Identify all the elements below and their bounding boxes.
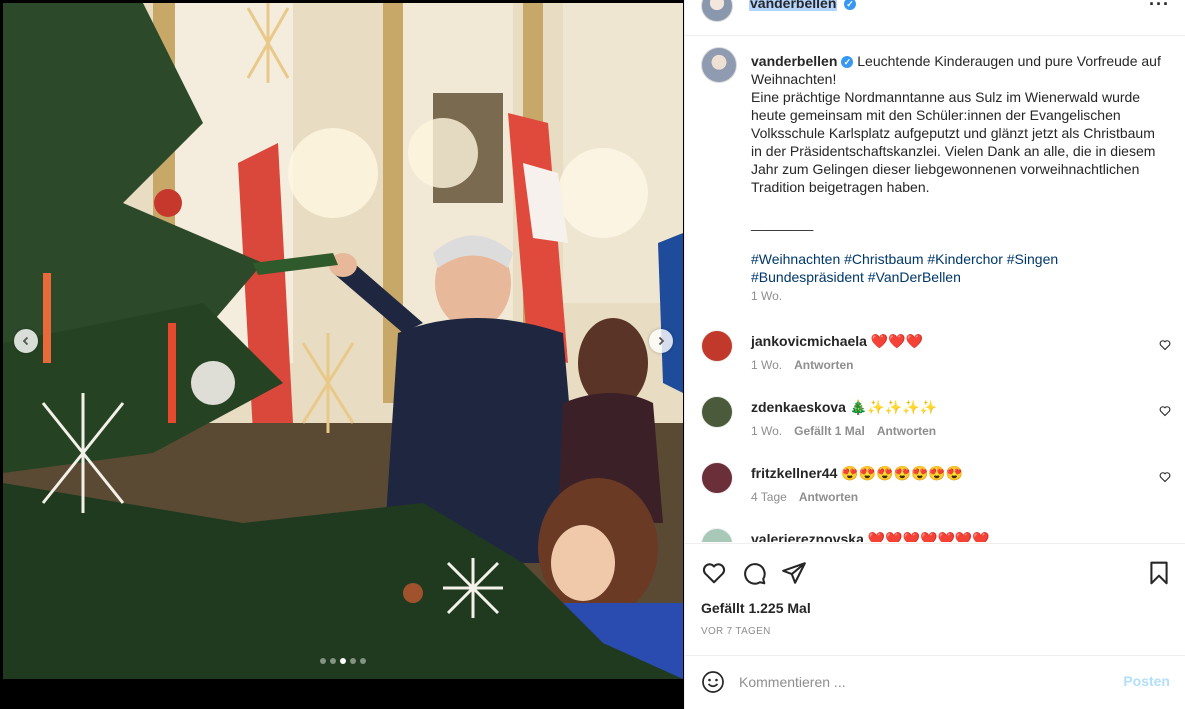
author-username[interactable]: vanderbellen bbox=[749, 0, 838, 11]
post-media[interactable] bbox=[0, 0, 684, 709]
comment-username[interactable]: valeriereznovska bbox=[751, 531, 864, 542]
comment-composer: Posten bbox=[685, 655, 1185, 709]
verified-badge-icon: ✓ bbox=[841, 56, 854, 69]
comment-meta: 1 Wo. Gefällt 1 Mal Antworten bbox=[751, 424, 936, 438]
paper-plane-icon[interactable] bbox=[781, 560, 807, 586]
reply-button[interactable]: Antworten bbox=[877, 424, 936, 438]
comment-likes[interactable]: Gefällt 1 Mal bbox=[794, 424, 865, 438]
comment-text: 😍😍😍😍😍😍😍 bbox=[841, 465, 964, 481]
post-photo[interactable] bbox=[3, 3, 683, 679]
comments-scroll-area[interactable]: vanderbellen ✓ Leuchtende Kinderaugen und… bbox=[685, 37, 1185, 542]
reply-button[interactable]: Antworten bbox=[794, 358, 853, 372]
comment-line: jankovicmichaela ❤️❤️❤️ bbox=[751, 333, 923, 350]
post-actions: Gefällt 1.225 Mal VOR 7 TAGEN bbox=[685, 543, 1185, 655]
comment-text: 🎄✨✨✨✨ bbox=[849, 399, 938, 415]
chevron-right-icon bbox=[658, 336, 665, 346]
post-timestamp[interactable]: VOR 7 TAGEN bbox=[701, 626, 771, 637]
comment-age[interactable]: 1 Wo. bbox=[751, 358, 782, 372]
chevron-left-icon bbox=[22, 336, 29, 346]
carousel-dot bbox=[320, 658, 326, 664]
heart-icon[interactable] bbox=[701, 560, 727, 586]
carousel-dot bbox=[340, 658, 346, 664]
carousel-indicator bbox=[320, 658, 366, 664]
comment-age[interactable]: 1 Wo. bbox=[751, 424, 782, 438]
comment-avatar[interactable] bbox=[701, 528, 733, 542]
post-comment-button[interactable]: Posten bbox=[1123, 673, 1170, 689]
comment-avatar[interactable] bbox=[701, 462, 733, 494]
caption-username[interactable]: vanderbellen bbox=[751, 53, 837, 69]
caption-body: Eine prächtige Nordmanntanne aus Sulz im… bbox=[751, 89, 1160, 195]
comment-meta: 1 Wo. Antworten bbox=[751, 358, 853, 372]
verified-badge-icon: ✓ bbox=[844, 0, 856, 10]
caption-hashtags[interactable]: #Weihnachten #Christbaum #Kinderchor #Si… bbox=[751, 251, 1062, 285]
photo-illustration bbox=[3, 3, 683, 679]
comment-line: zdenkaeskova 🎄✨✨✨✨ bbox=[751, 399, 937, 416]
comment-item: valeriereznovska ❤️❤️❤️❤️❤️❤️❤️ bbox=[701, 528, 1171, 542]
comment-item: zdenkaeskova 🎄✨✨✨✨ 1 Wo. Gefällt 1 Mal A… bbox=[701, 396, 1171, 450]
comment-icon[interactable] bbox=[741, 560, 767, 586]
comment-username[interactable]: fritzkellner44 bbox=[751, 465, 837, 481]
carousel-prev-button[interactable] bbox=[14, 329, 38, 353]
heart-icon[interactable] bbox=[1159, 471, 1171, 483]
comment-text: ❤️❤️❤️ bbox=[870, 333, 924, 349]
carousel-dot bbox=[350, 658, 356, 664]
more-horizontal-icon[interactable]: ··· bbox=[1149, 0, 1170, 13]
post-details-panel: vanderbellen ✓ ··· vanderbellen ✓ Leuchte… bbox=[684, 0, 1185, 709]
caption-author-avatar[interactable] bbox=[701, 47, 737, 83]
comment-avatar[interactable] bbox=[701, 396, 733, 428]
comment-age[interactable]: 4 Tage bbox=[751, 490, 787, 504]
smiley-icon[interactable] bbox=[701, 670, 725, 694]
comment-item: jankovicmichaela ❤️❤️❤️ 1 Wo. Antworten bbox=[701, 330, 1171, 384]
caption-text: vanderbellen ✓ Leuchtende Kinderaugen und… bbox=[751, 52, 1161, 305]
comment-input[interactable] bbox=[739, 670, 1109, 694]
heart-icon[interactable] bbox=[1159, 405, 1171, 417]
likes-count[interactable]: Gefällt 1.225 Mal bbox=[701, 600, 811, 616]
comment-line: valeriereznovska ❤️❤️❤️❤️❤️❤️❤️ bbox=[751, 531, 990, 542]
post-header: vanderbellen ✓ ··· bbox=[685, 0, 1185, 36]
comment-line: fritzkellner44 😍😍😍😍😍😍😍 bbox=[751, 465, 963, 482]
comment-meta: 4 Tage Antworten bbox=[751, 490, 858, 504]
carousel-dot bbox=[360, 658, 366, 664]
carousel-next-button[interactable] bbox=[649, 329, 673, 353]
comment-text: ❤️❤️❤️❤️❤️❤️❤️ bbox=[867, 531, 990, 542]
carousel-dot bbox=[330, 658, 336, 664]
comment-username[interactable]: jankovicmichaela bbox=[751, 333, 867, 349]
photo-bottom-bar bbox=[0, 679, 684, 709]
caption-age[interactable]: 1 Wo. bbox=[751, 289, 782, 303]
comment-avatar[interactable] bbox=[701, 330, 733, 362]
bookmark-icon[interactable] bbox=[1146, 560, 1172, 586]
comment-item: fritzkellner44 😍😍😍😍😍😍😍 4 Tage Antworten bbox=[701, 462, 1171, 516]
heart-icon[interactable] bbox=[1159, 339, 1171, 351]
author-avatar[interactable] bbox=[701, 0, 733, 22]
caption-separator: ________ bbox=[751, 215, 814, 231]
reply-button[interactable]: Antworten bbox=[799, 490, 858, 504]
comment-username[interactable]: zdenkaeskova bbox=[751, 399, 846, 415]
